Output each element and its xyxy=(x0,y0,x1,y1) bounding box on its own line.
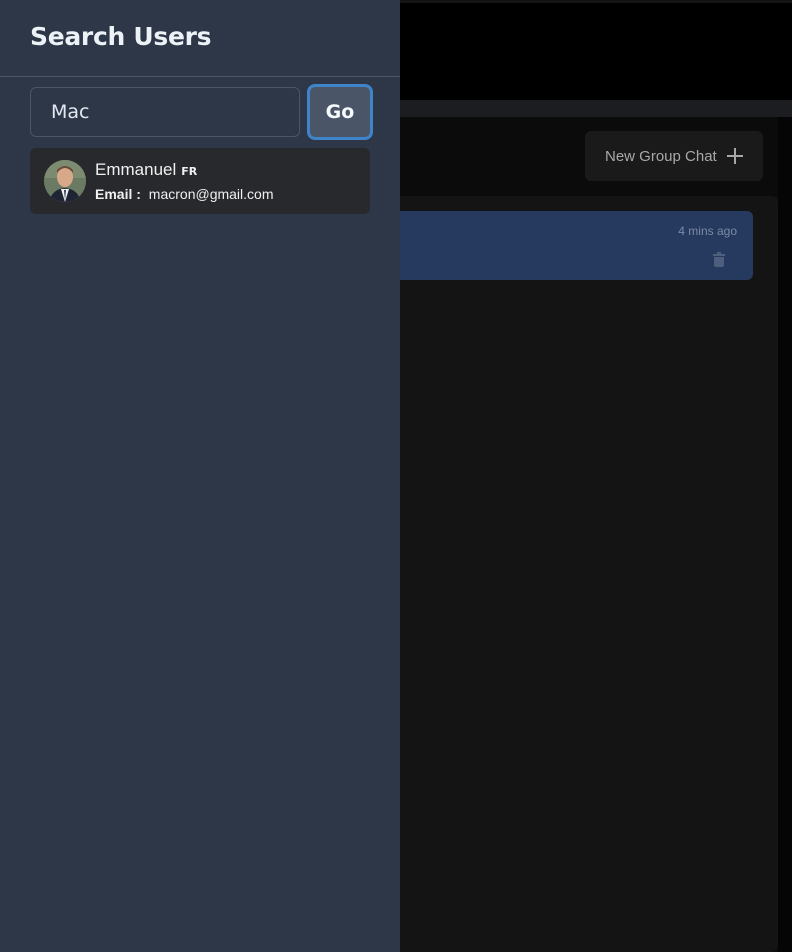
go-button[interactable]: Go xyxy=(307,84,373,140)
avatar-portrait-image xyxy=(44,160,86,202)
email-label: Email : xyxy=(95,186,141,202)
app-root: New Group Chat 4 mins ago Search Users G… xyxy=(0,0,792,952)
drawer-title: Search Users xyxy=(30,22,212,51)
user-email: Email : macron@gmail.com xyxy=(95,186,273,202)
user-result-item[interactable]: Emmanuel FR Email : macron@gmail.com xyxy=(30,148,370,214)
user-avatar xyxy=(44,160,86,202)
drawer-divider xyxy=(0,76,400,77)
country-badge: FR xyxy=(181,165,198,178)
search-input[interactable] xyxy=(30,87,300,137)
user-name-text: Emmanuel xyxy=(95,160,177,179)
user-name: Emmanuel FR xyxy=(95,160,197,180)
search-users-drawer: Search Users Go EmmanuelFR Email xyxy=(0,0,400,952)
email-value: macron@gmail.com xyxy=(148,186,274,202)
